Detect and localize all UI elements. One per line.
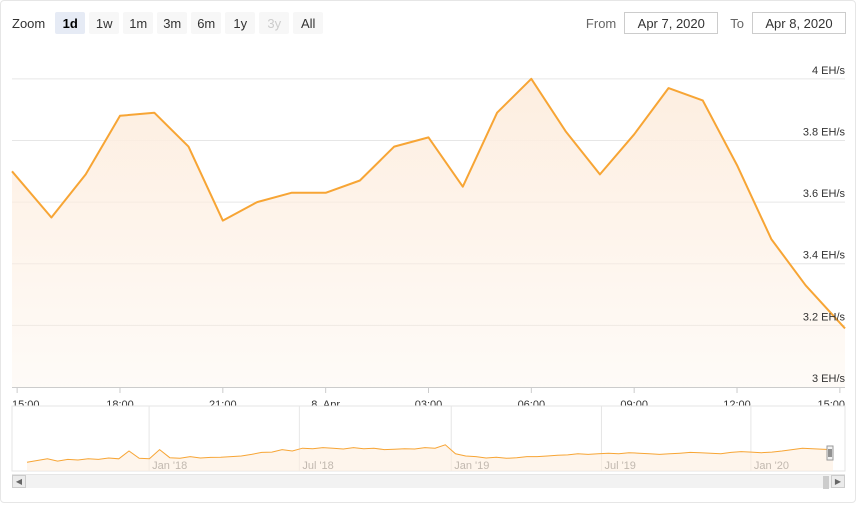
zoom-button-3y: 3y <box>259 12 290 34</box>
scroll-right-arrow-icon[interactable]: ▶ <box>831 475 845 488</box>
to-date-input[interactable]: Apr 8, 2020 <box>752 12 846 34</box>
zoom-button-3m[interactable]: 3m <box>157 12 188 34</box>
scroll-left-arrow-icon[interactable]: ◀ <box>12 475 26 488</box>
date-range-inputs: From Apr 7, 2020 To Apr 8, 2020 <box>586 12 846 34</box>
zoom-selector: Zoom 1d 1w 1m 3m 6m 1y 3y All <box>12 12 324 34</box>
from-date-input[interactable]: Apr 7, 2020 <box>624 12 719 34</box>
navigator-scrollbar[interactable]: ◀ ▶ <box>12 474 845 489</box>
zoom-label: Zoom <box>12 15 46 31</box>
zoom-button-1y[interactable]: 1y <box>225 12 256 34</box>
zoom-button-1d[interactable]: 1d <box>55 12 86 34</box>
scrollbar-thumb[interactable] <box>823 476 829 489</box>
to-label: To <box>730 15 744 31</box>
zoom-button-1m[interactable]: 1m <box>123 12 154 34</box>
zoom-button-6m[interactable]: 6m <box>191 12 222 34</box>
from-label: From <box>585 15 617 31</box>
chart-container <box>0 0 856 503</box>
zoom-button-all[interactable]: All <box>293 12 324 34</box>
zoom-button-1w[interactable]: 1w <box>89 12 120 34</box>
